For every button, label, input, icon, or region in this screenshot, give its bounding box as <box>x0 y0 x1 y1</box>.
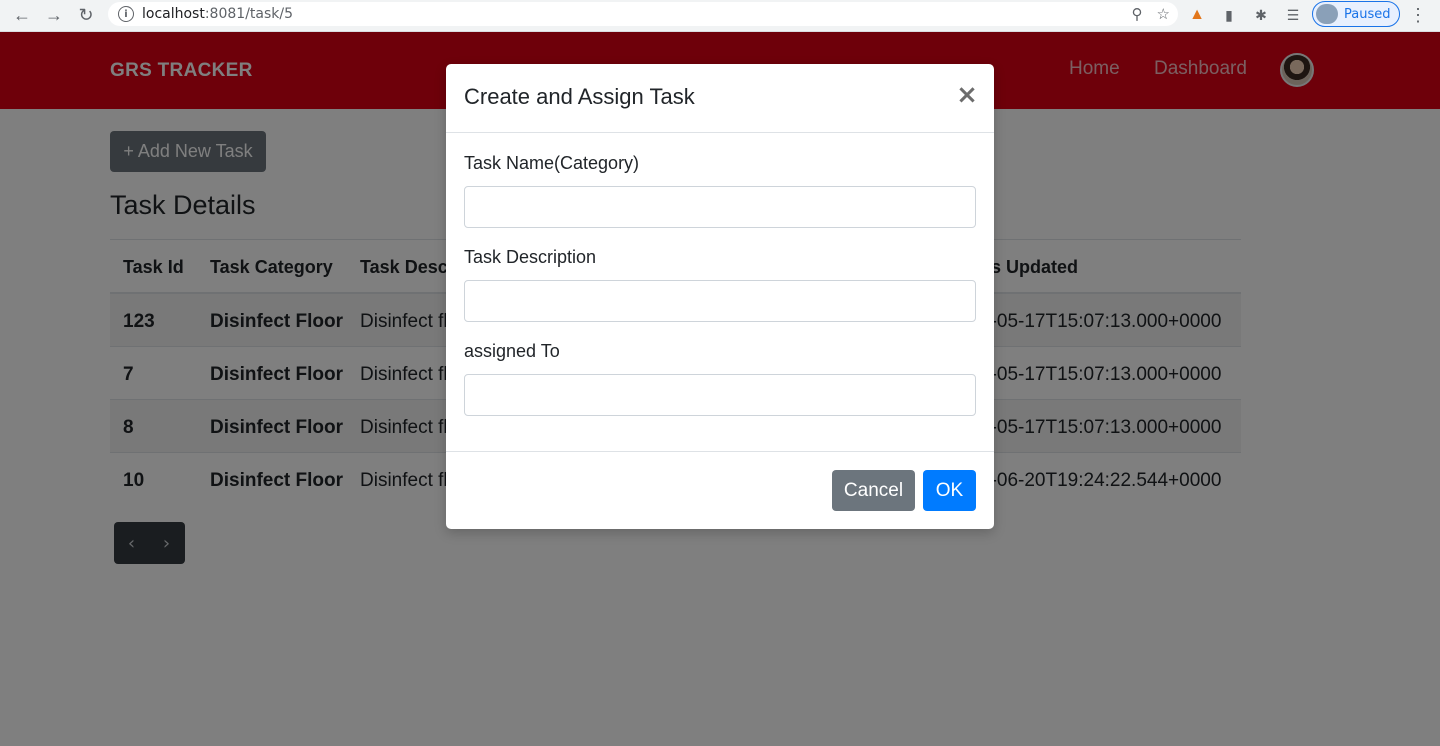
reload-icon[interactable]: ↻ <box>70 3 102 29</box>
close-icon[interactable]: × <box>956 80 978 110</box>
create-task-modal: Create and Assign Task × Task Name(Categ… <box>446 64 994 529</box>
profile-avatar <box>1316 4 1338 24</box>
bookmark-star-icon[interactable]: ☆ <box>1157 5 1170 23</box>
forward-arrow-icon[interactable]: → <box>38 3 70 29</box>
metamask-fox-icon[interactable]: ▲ <box>1186 4 1208 26</box>
url-host: localhost <box>142 6 205 22</box>
back-arrow-icon[interactable]: ← <box>6 3 38 29</box>
extensions-puzzle-icon[interactable]: ✱ <box>1250 4 1272 26</box>
cancel-button[interactable]: Cancel <box>832 470 915 511</box>
url-text[interactable]: localhost:8081/task/5 <box>142 6 293 22</box>
task-name-label: Task Name(Category) <box>464 153 640 173</box>
task-description-label: Task Description <box>464 247 597 267</box>
media-queue-icon[interactable]: ☰ <box>1282 4 1304 26</box>
profile-status: Paused <box>1344 6 1391 22</box>
url-path: :8081/task/5 <box>204 6 293 22</box>
profile-button[interactable]: Paused <box>1312 1 1400 27</box>
task-description-input[interactable] <box>464 280 976 322</box>
modal-header: Create and Assign Task × <box>446 64 994 133</box>
assigned-to-label: assigned To <box>464 341 560 361</box>
assigned-to-input[interactable] <box>464 374 976 416</box>
task-name-input[interactable] <box>464 186 976 228</box>
address-bar[interactable]: i localhost:8081/task/5 ⚲ ☆ <box>108 2 1178 26</box>
browser-toolbar: ← → ↻ i localhost:8081/task/5 ⚲ ☆ ▲ ▮ ✱ … <box>0 0 1440 32</box>
browser-menu-icon[interactable]: ⋮ <box>1409 4 1427 26</box>
modal-footer: Cancel OK <box>446 451 994 529</box>
ok-button[interactable]: OK <box>923 470 976 511</box>
analytics-extension-icon[interactable]: ▮ <box>1218 4 1240 26</box>
modal-title: Create and Assign Task <box>464 84 695 109</box>
site-info-icon[interactable]: i <box>118 6 134 22</box>
zoom-icon[interactable]: ⚲ <box>1132 5 1143 23</box>
